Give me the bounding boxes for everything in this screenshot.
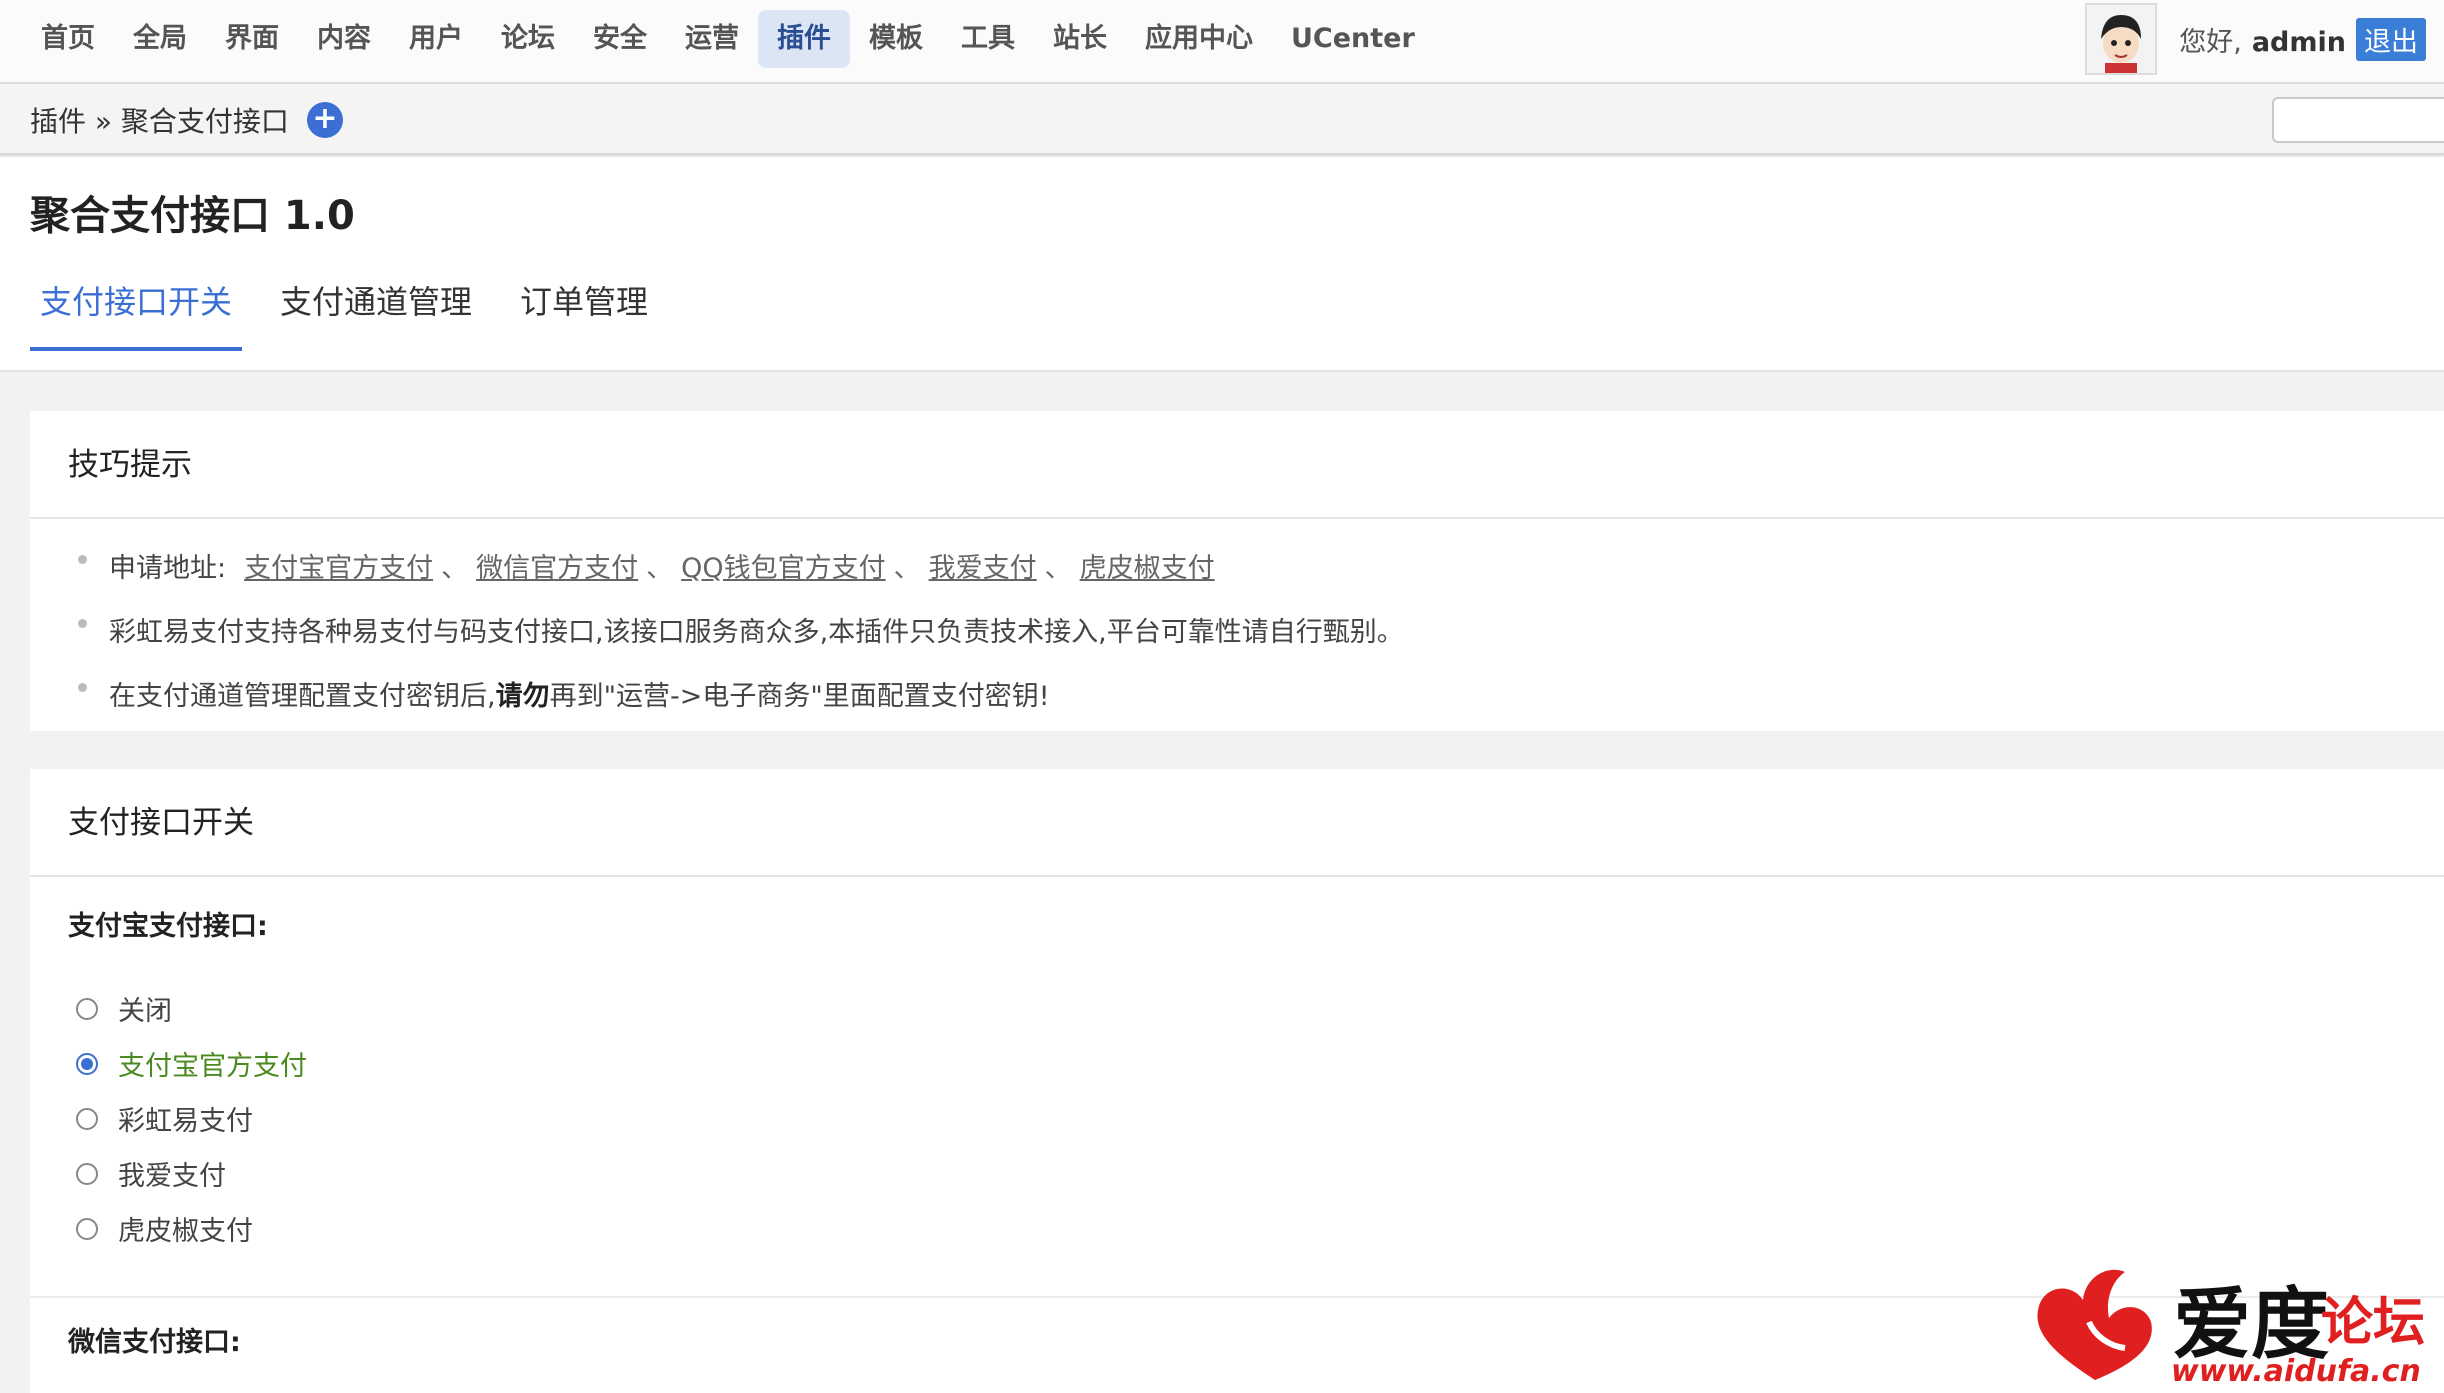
- tip-text: 在支付通道管理配置支付密钥后,: [109, 681, 496, 712]
- top-navbar: 首页 全局 界面 内容 用户 论坛 安全 运营 插件 模板 工具 站长 应用中心…: [0, 0, 2444, 84]
- bullet-icon: [78, 618, 87, 628]
- radio-label: 彩虹易支付: [118, 1106, 253, 1137]
- separator: 、: [441, 553, 469, 584]
- avatar[interactable]: [2085, 3, 2158, 75]
- tips-panel-title: 技巧提示: [30, 411, 2444, 519]
- bullet-icon: [78, 554, 87, 564]
- separator: 、: [1044, 553, 1072, 584]
- radio-button[interactable]: [76, 1217, 98, 1240]
- user-area: 您好, admin 退出: [2085, 3, 2426, 75]
- tips-panel: 技巧提示 申请地址: 支付宝官方支付 、 微信官方支付 、 QQ钱包官方支付 、…: [30, 411, 2444, 731]
- tip-text: 再到"运营->电子商务"里面配置支付密钥!: [549, 681, 1050, 712]
- nav-item-interface[interactable]: 界面: [206, 10, 298, 68]
- apply-prefix: 申请地址:: [109, 553, 227, 584]
- nav-item-plugins[interactable]: 插件: [758, 10, 850, 68]
- breadcrumb-text: 插件 » 聚合支付接口: [30, 105, 289, 138]
- watermark-logo: 爱度 论坛 www.aidufa.cn: [2025, 1262, 2435, 1392]
- plus-circle-icon[interactable]: +: [306, 102, 343, 138]
- radio-button[interactable]: [76, 997, 98, 1020]
- radio-option-alipay-official[interactable]: 支付宝官方支付: [76, 1036, 2444, 1091]
- link-alipay-official[interactable]: 支付宝官方支付: [244, 537, 433, 601]
- radio-label: 虎皮椒支付: [118, 1216, 253, 1247]
- radio-button[interactable]: [76, 1162, 98, 1185]
- main-nav: 首页 全局 界面 内容 用户 论坛 安全 运营 插件 模板 工具 站长 应用中心…: [22, 10, 1434, 68]
- nav-item-forum[interactable]: 论坛: [482, 10, 574, 68]
- nav-item-templates[interactable]: 模板: [850, 10, 942, 68]
- radio-option-close[interactable]: 关闭: [76, 981, 2444, 1036]
- link-wechat-official[interactable]: 微信官方支付: [476, 537, 638, 601]
- radio-option-woai-pay[interactable]: 我爱支付: [76, 1146, 2444, 1201]
- bullet-icon: [78, 682, 87, 692]
- radio-label: 关闭: [118, 996, 172, 1027]
- link-hupijiao-pay[interactable]: 虎皮椒支付: [1080, 537, 1215, 601]
- logout-button[interactable]: 退出: [2356, 17, 2426, 61]
- nav-item-operations[interactable]: 运营: [666, 10, 758, 68]
- page-title: 聚合支付接口 1.0: [30, 193, 355, 239]
- link-qq-wallet-official[interactable]: QQ钱包官方支付: [681, 537, 886, 601]
- nav-item-ucenter[interactable]: UCenter: [1272, 10, 1434, 68]
- tips-list: 申请地址: 支付宝官方支付 、 微信官方支付 、 QQ钱包官方支付 、 我爱支付…: [30, 519, 2444, 729]
- tab-channel-management[interactable]: 支付通道管理: [270, 277, 482, 351]
- avatar-face-icon: [2087, 5, 2156, 73]
- watermark-subtext: 论坛: [2321, 1292, 2426, 1353]
- breadcrumb: 插件 » 聚合支付接口 +: [30, 85, 343, 155]
- radio-option-hupijiao-pay[interactable]: 虎皮椒支付: [76, 1201, 2444, 1256]
- nav-item-home[interactable]: 首页: [22, 10, 114, 68]
- separator: 、: [646, 553, 674, 584]
- link-woai-pay[interactable]: 我爱支付: [929, 537, 1037, 601]
- nav-item-tools[interactable]: 工具: [942, 10, 1034, 68]
- tip-text: 彩虹易支付支持各种易支付与码支付接口,该接口服务商众多,本插件只负责技术接入,平…: [109, 617, 1404, 648]
- greeting-label: 您好,: [2179, 26, 2242, 58]
- watermark-url: www.aidufa.cn: [2171, 1354, 2421, 1389]
- nav-item-webmaster[interactable]: 站长: [1034, 10, 1126, 68]
- alipay-interface-label: 支付宝支付接口:: [68, 911, 268, 942]
- heart-icon: [2037, 1269, 2152, 1380]
- nav-item-app-center[interactable]: 应用中心: [1126, 10, 1272, 68]
- payment-switch-panel-title: 支付接口开关: [30, 769, 2444, 877]
- tab-bar: 支付接口开关 支付通道管理 订单管理: [30, 277, 686, 351]
- page-header: 聚合支付接口 1.0 支付接口开关 支付通道管理 订单管理: [0, 157, 2444, 372]
- tip-apply-links: 申请地址: 支付宝官方支付 、 微信官方支付 、 QQ钱包官方支付 、 我爱支付…: [78, 537, 2444, 601]
- nav-item-security[interactable]: 安全: [574, 10, 666, 68]
- username: admin: [2251, 26, 2346, 58]
- radio-button[interactable]: [76, 1052, 98, 1075]
- nav-item-users[interactable]: 用户: [390, 10, 482, 68]
- search-input[interactable]: [2272, 97, 2444, 143]
- greeting-text: 您好, admin: [2179, 20, 2346, 59]
- alipay-radio-group: 关闭 支付宝官方支付 彩虹易支付 我爱支付 虎皮椒支付: [30, 977, 2444, 1256]
- radio-option-rainbow-pay[interactable]: 彩虹易支付: [76, 1091, 2444, 1146]
- tab-order-management[interactable]: 订单管理: [510, 277, 658, 351]
- radio-label: 支付宝官方支付: [118, 1051, 307, 1082]
- tip-bold-text: 请勿: [495, 681, 550, 712]
- tip-secret-key: 在支付通道管理配置支付密钥后, 请勿 再到"运营->电子商务"里面配置支付密钥!: [78, 665, 2444, 729]
- radio-button[interactable]: [76, 1107, 98, 1130]
- tip-rainbow-pay: 彩虹易支付支持各种易支付与码支付接口,该接口服务商众多,本插件只负责技术接入,平…: [78, 601, 2444, 665]
- nav-item-content[interactable]: 内容: [298, 10, 390, 68]
- nav-item-global[interactable]: 全局: [114, 10, 206, 68]
- tab-payment-switch[interactable]: 支付接口开关: [30, 277, 243, 351]
- radio-label: 我爱支付: [118, 1161, 226, 1192]
- separator: 、: [893, 553, 921, 584]
- breadcrumb-bar: 插件 » 聚合支付接口 +: [0, 85, 2444, 155]
